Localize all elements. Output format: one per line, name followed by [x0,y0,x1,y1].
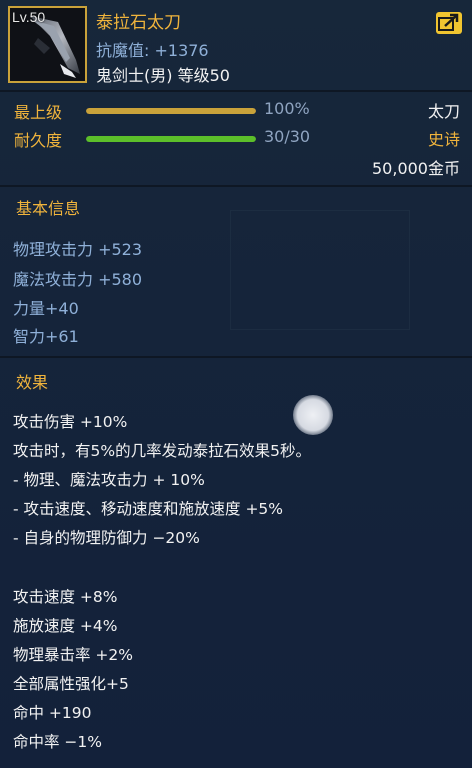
durability-value: 30/30 [264,127,311,146]
weapon-icon: Lv.50 [8,6,87,83]
effects-title: 效果 [16,373,49,392]
light-orb-icon [293,395,333,435]
rarity-label: 史诗 [427,130,460,149]
durability-bar [86,136,256,142]
grade-value: 100% [264,99,310,118]
effect-line: 命中率 −1% [13,733,103,751]
stat-line: 智力+61 [13,327,79,346]
divider [0,185,472,187]
weapon-type: 太刀 [427,102,460,121]
effect-line: - 物理、魔法攻击力 + 10% [13,471,205,489]
stat-line: 魔法攻击力 +580 [13,270,143,289]
divider [0,356,472,358]
grade-bar-fill [86,108,256,114]
item-tooltip-panel: Lv.50 泰拉石太刀 抗魔值: +1376 鬼剑士(男) 等级50 最上级 1… [0,0,472,768]
grade-bar [86,108,256,114]
effect-line: 施放速度 +4% [13,617,118,635]
item-name: 泰拉石太刀 [96,13,181,33]
magic-resist-value: 抗魔值: +1376 [96,41,209,60]
share-arrow-icon[interactable] [436,12,462,34]
price-value: 50,000金币 [372,159,460,178]
effect-line: - 攻击速度、移动速度和施放速度 +5% [13,500,284,518]
effect-line: 全部属性强化+5 [13,675,129,693]
effect-line: 攻击伤害 +10% [13,413,128,431]
divider [0,90,472,92]
basic-info-title: 基本信息 [16,199,81,218]
grade-label: 最上级 [14,103,63,122]
class-level-requirement: 鬼剑士(男) 等级50 [96,66,230,85]
durability-bar-fill [86,136,256,142]
effect-line: 物理暴击率 +2% [13,646,134,664]
background-art [230,210,410,330]
effect-line: 命中 +190 [13,704,92,722]
effect-line: - 自身的物理防御力 −20% [13,529,200,547]
durability-label: 耐久度 [14,131,63,150]
stat-line: 物理攻击力 +523 [13,240,143,259]
stat-line: 力量+40 [13,299,79,318]
effect-line: 攻击时，有5%的几率发动泰拉石效果5秒。 [13,442,311,460]
level-tag: Lv.50 [12,9,46,25]
effect-line: 攻击速度 +8% [13,588,118,606]
